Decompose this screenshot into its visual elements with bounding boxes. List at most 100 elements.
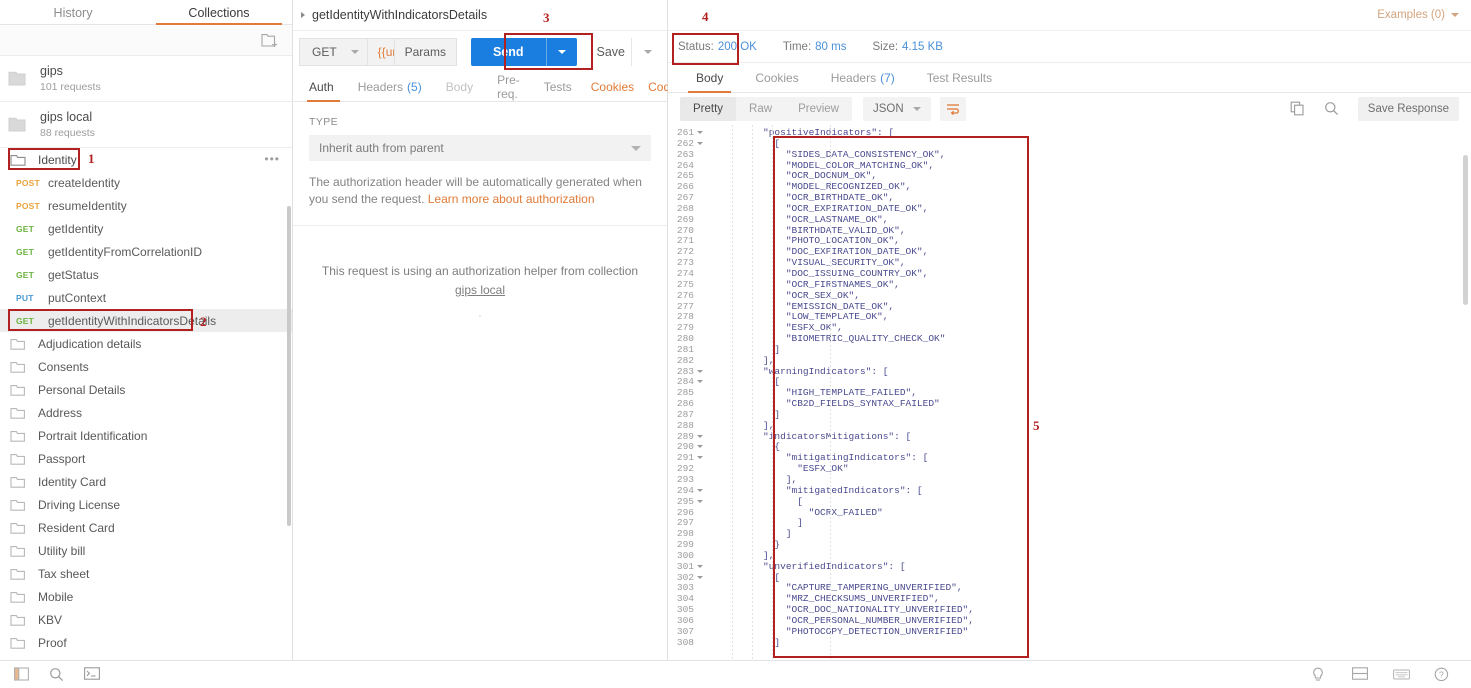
tab-history[interactable]: History — [0, 0, 146, 25]
sidebar-folder-item[interactable]: Proof — [0, 631, 292, 654]
response-topbar: Examples (0) — [668, 0, 1471, 31]
sidebar-folder-item[interactable]: Utility bill — [0, 539, 292, 562]
response-scrollbar[interactable] — [1463, 155, 1468, 305]
json-code[interactable]: "positiveIndicators": [ [ "SIDES_DATA_CO… — [706, 125, 1471, 660]
send-button[interactable]: Send — [470, 38, 577, 66]
request-row-resumeIdentity[interactable]: POST resumeIdentity — [0, 194, 292, 217]
cookies-link[interactable]: Cookies — [584, 80, 641, 94]
sidebar-folder-item[interactable]: KBV — [0, 608, 292, 631]
request-row-getIdentityFromCorrelationID[interactable]: GET getIdentityFromCorrelationID — [0, 240, 292, 263]
chevron-down-icon — [1451, 13, 1459, 17]
tab-label: Tests — [543, 80, 572, 94]
folder-label: Consents — [38, 359, 89, 374]
tab-tests[interactable]: Tests — [532, 73, 584, 102]
view-pretty[interactable]: Pretty — [680, 97, 737, 121]
collection-text: gips local 88 requests — [40, 110, 95, 140]
fold-toggle-icon[interactable] — [697, 141, 703, 145]
code-line: ], — [706, 419, 775, 431]
tab-auth[interactable]: Auth — [301, 73, 346, 102]
send-options-icon[interactable] — [547, 50, 577, 54]
fold-toggle-icon[interactable] — [697, 369, 703, 373]
request-row-getIdentityWithIndicatorsDetails[interactable]: GET getIdentityWithIndicatorsDetails — [0, 309, 292, 332]
sidebar-folder-item[interactable]: Consents — [0, 355, 292, 378]
view-raw[interactable]: Raw — [736, 97, 785, 121]
save-options-icon[interactable] — [631, 38, 661, 66]
request-row-getStatus[interactable]: GET getStatus — [0, 263, 292, 286]
line-number: 288 — [676, 419, 694, 431]
collection-row[interactable]: gips local 88 requests — [0, 102, 292, 148]
sidebar-folder-item[interactable]: Configuration Bank ••• — [0, 654, 292, 660]
sidebar-folder-identity[interactable]: Identity ••• — [0, 148, 292, 171]
fold-toggle-icon[interactable] — [697, 445, 703, 449]
tab-headers[interactable]: Headers (5) — [346, 73, 434, 102]
bulb-icon[interactable] — [1311, 667, 1326, 682]
sidebar-folder-item[interactable]: Identity Card — [0, 470, 292, 493]
code-line: ] — [706, 528, 792, 540]
search-icon[interactable] — [1324, 101, 1340, 117]
sidebar-folder-item[interactable]: Portrait Identification — [0, 424, 292, 447]
params-button[interactable]: Params — [393, 38, 457, 66]
request-row-createIdentity[interactable]: POST createIdentity — [0, 171, 292, 194]
fold-toggle-icon[interactable] — [697, 380, 703, 384]
sidebar-folder-item[interactable]: Tax sheet — [0, 562, 292, 585]
annotation-number-3: 3 — [543, 10, 550, 25]
new-folder-icon[interactable] — [261, 33, 278, 48]
request-row-putContext[interactable]: PUT putContext — [0, 286, 292, 309]
sidebar-folder-item[interactable]: Adjudication details — [0, 332, 292, 355]
sidebar-folder-item[interactable]: Mobile — [0, 585, 292, 608]
tab-test-results[interactable]: Test Results — [911, 63, 1008, 93]
tab-prerequest[interactable]: Pre-req. — [485, 73, 532, 102]
status-value: 200 OK — [717, 40, 757, 53]
fold-toggle-icon[interactable] — [697, 575, 703, 579]
sidebar-folder-item[interactable]: Address — [0, 401, 292, 424]
word-wrap-icon[interactable] — [939, 97, 966, 121]
sidebar-folder-item[interactable]: Passport — [0, 447, 292, 470]
sidebar-toggle-icon[interactable] — [14, 667, 29, 682]
sidebar-folder-item[interactable]: Driving License — [0, 493, 292, 516]
collection-request-count: 88 requests — [40, 126, 95, 139]
fold-toggle-icon[interactable] — [697, 434, 703, 438]
save-button[interactable]: Save — [591, 38, 662, 66]
copy-icon[interactable] — [1290, 101, 1306, 117]
folder-more-icon[interactable]: ••• — [264, 658, 280, 660]
folder-icon — [10, 475, 28, 489]
collections-tree[interactable]: gips 101 requests gips local 88 requests — [0, 56, 292, 660]
collection-row[interactable]: gips 101 requests — [0, 56, 292, 102]
chevron-right-icon[interactable] — [301, 12, 305, 18]
sidebar-scrollbar[interactable] — [287, 206, 291, 526]
fold-toggle-icon[interactable] — [697, 488, 703, 492]
save-response-button[interactable]: Save Response — [1357, 97, 1459, 121]
sidebar-folder-item[interactable]: Resident Card — [0, 516, 292, 539]
auth-type-select[interactable]: Inherit auth from parent — [309, 135, 651, 161]
folder-more-icon[interactable]: ••• — [264, 152, 280, 166]
fold-toggle-icon[interactable] — [697, 456, 703, 460]
tab-response-headers[interactable]: Headers (7) — [815, 63, 911, 93]
method-selector[interactable]: GET — [299, 38, 367, 66]
request-row-getIdentity[interactable]: GET getIdentity — [0, 217, 292, 240]
examples-dropdown[interactable]: Examples (0) — [1377, 9, 1459, 21]
help-icon[interactable]: ? — [1434, 667, 1449, 682]
tab-response-body[interactable]: Body — [680, 63, 739, 93]
keyboard-icon[interactable] — [1393, 667, 1410, 682]
response-body-viewer[interactable]: 261 262 263 264 265 266 267 268 269 270 271 272 273 2… — [668, 125, 1471, 660]
fold-toggle-icon[interactable] — [697, 131, 703, 134]
console-icon[interactable] — [84, 667, 100, 682]
tab-collections[interactable]: Collections — [146, 0, 292, 25]
sidebar-folder-item[interactable]: Personal Details — [0, 378, 292, 401]
code-line: "positiveIndicators": [ — [706, 127, 895, 138]
tab-response-cookies[interactable]: Cookies — [739, 63, 814, 93]
tab-body[interactable]: Body — [434, 73, 485, 102]
fold-toggle-icon[interactable] — [697, 564, 703, 568]
folder-label: Proof — [38, 635, 67, 650]
view-preview[interactable]: Preview — [785, 97, 852, 121]
fold-toggle-icon[interactable] — [697, 499, 703, 503]
auth-helper-collection-link[interactable]: gips local — [455, 283, 505, 297]
time-value: 80 ms — [815, 40, 847, 53]
layout-icon[interactable] — [1352, 667, 1368, 682]
search-icon[interactable] — [49, 667, 64, 682]
folder-label: Personal Details — [38, 382, 126, 397]
auth-learn-more-link[interactable]: Learn more about authorization — [428, 192, 595, 206]
format-selector[interactable]: JSON — [862, 97, 931, 121]
tab-label: Auth — [309, 80, 334, 94]
url-input[interactable]: {{url}}/v1/ident... — [366, 38, 394, 66]
